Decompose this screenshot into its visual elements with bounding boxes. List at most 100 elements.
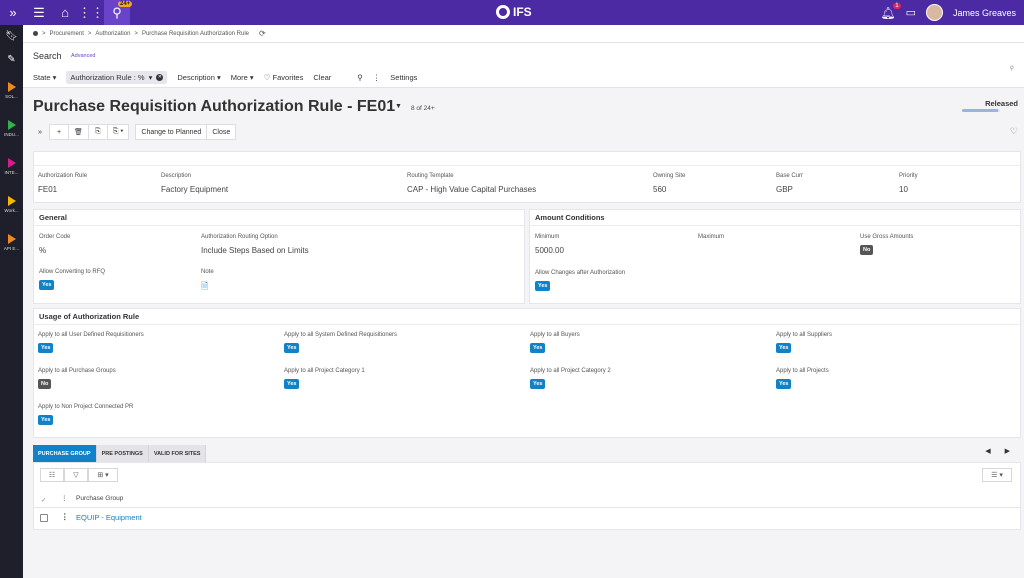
apps-grid-icon[interactable]: ⋮⋮ (78, 0, 104, 25)
grid-header: ✓ ⋮ Purchase Group (34, 490, 1020, 508)
tab-next-icon[interactable]: ▶ (1005, 447, 1010, 455)
breadcrumb-procurement[interactable]: Procurement (50, 31, 84, 37)
expand-icon[interactable]: » (30, 124, 50, 140)
usage-field-badge: Yes (38, 343, 54, 353)
expand-rail-icon[interactable]: » (0, 0, 26, 25)
purchase-group-link[interactable]: EQUIP - Equipment (76, 513, 142, 522)
refresh-icon[interactable]: ⟳ (259, 29, 266, 38)
summary-field: Routing Template CAP - High Value Capital… (407, 173, 536, 194)
rail-app-1[interactable]: INDU... (0, 109, 23, 147)
summary-field-value: 560 (653, 185, 667, 194)
filter-icon[interactable]: ▽ (64, 468, 88, 482)
record-selector-caret-icon[interactable]: ▼ (395, 103, 402, 110)
rail-app-4[interactable]: API E... (0, 223, 23, 261)
tab-pre-postings[interactable]: PRE POSTINGS (96, 445, 149, 462)
tab-prev-icon[interactable]: ◀ (985, 447, 990, 455)
usage-field: Apply to all Purchase Groups No (38, 368, 116, 389)
settings-button[interactable]: Settings (390, 73, 417, 82)
screen-icon[interactable]: ▭ (906, 6, 916, 19)
bookmark-icon[interactable]: 🔖︎ (0, 25, 23, 48)
usage-panel: Usage of Authorization Rule Apply to all… (33, 308, 1021, 438)
row-checkbox[interactable] (40, 514, 48, 522)
chart-dropdown-icon[interactable]: ⊞ ▾ (88, 468, 118, 482)
breadcrumb-home-icon[interactable] (33, 31, 38, 36)
play-icon (7, 195, 16, 206)
advanced-search-link[interactable]: Advanced (71, 53, 95, 59)
row-kebab-icon[interactable]: ⋮ (61, 512, 69, 521)
summary-field: Base Curr GBP (776, 173, 803, 194)
column-header-purchase-group[interactable]: Purchase Group (76, 495, 123, 502)
order-code-label: Order Code (39, 234, 71, 240)
change-to-planned-button[interactable]: Change to Planned (135, 124, 208, 140)
avatar[interactable] (925, 4, 943, 21)
rail-app-label: SOL... (5, 93, 18, 99)
usage-field-label: Apply to all Suppliers (776, 332, 833, 338)
notification-badge: 1 (893, 2, 901, 9)
rail-app-3[interactable]: Work... (0, 185, 23, 223)
state-filter[interactable]: State ▾ (33, 73, 56, 82)
usage-field-label: Apply to all Purchase Groups (38, 368, 116, 374)
chip-label: Authorization Rule : % (70, 72, 145, 82)
home-icon[interactable]: ⌂ (52, 0, 78, 25)
tab-arrows: ◀ ▶ (985, 447, 1010, 455)
chip-close-icon[interactable]: ✕ (156, 73, 164, 81)
description-filter[interactable]: Description ▾ (177, 73, 220, 82)
favorite-heart-icon[interactable]: ♡ (1010, 126, 1018, 137)
breadcrumb-separator: > (134, 30, 138, 37)
pencil-icon[interactable]: ✎ (0, 48, 23, 71)
more-filter[interactable]: More ▾ (231, 73, 254, 82)
note-icon[interactable]: 🗎 (201, 279, 208, 295)
ifs-logo-mark-icon (496, 5, 510, 19)
favorites-button[interactable]: ♡ Favorites (264, 73, 304, 82)
allow-rfq-badge: Yes (39, 280, 55, 290)
search-magnifier-icon[interactable]: ⚲ (357, 73, 363, 82)
authorization-rule-chip[interactable]: Authorization Rule : % ▾ ✕ (66, 70, 168, 84)
grid-view-menu-icon[interactable]: ☰ ▾ (982, 468, 1012, 482)
usage-field-badge: Yes (776, 379, 792, 389)
tab-valid-for-sites[interactable]: VALID FOR SITES (148, 445, 207, 462)
tab-purchase-group[interactable]: PURCHASE GROUP (33, 445, 97, 462)
rail-app-2[interactable]: INTE... (0, 147, 23, 185)
delete-icon[interactable]: 🗑︎ (68, 124, 89, 140)
usage-field-label: Apply to all User Defined Requisitioners (38, 332, 144, 338)
header-kebab-icon[interactable]: ⋮ (61, 494, 68, 502)
kebab-icon[interactable]: ⋮ (373, 73, 381, 82)
usage-field: Apply to all Buyers Yes (530, 332, 580, 353)
summary-field-value: Factory Equipment (161, 185, 229, 194)
logo-text: IFS (513, 5, 532, 19)
search-title: Search (33, 51, 62, 61)
usage-field-badge: Yes (284, 343, 300, 353)
search-count-badge: 24+ (118, 1, 133, 7)
play-icon (7, 233, 16, 244)
usage-field-badge: No (38, 379, 52, 389)
filter-row: State ▾ Authorization Rule : % ▾ ✕ Descr… (33, 70, 417, 84)
copy-icon[interactable]: ⎘ (87, 124, 108, 140)
bell-icon[interactable]: 🔔︎ 1 (880, 2, 901, 20)
duplicate-dropdown-icon[interactable]: ⎘ ▾ (106, 124, 130, 140)
search-icon[interactable]: ⚲ 24+ (104, 0, 133, 25)
state-filter-label: State (33, 72, 51, 82)
minimum-value: 5000.00 (535, 246, 564, 255)
pin-icon[interactable]: ⚲ (1010, 65, 1014, 72)
usage-field-badge: Yes (530, 343, 546, 353)
user-name[interactable]: James Greaves (953, 8, 1016, 18)
usage-field-label: Apply to all Projects (776, 368, 829, 374)
summary-field-label: Authorization Rule (38, 173, 88, 179)
breadcrumb-authorization[interactable]: Authorization (95, 31, 130, 37)
summary-field-label: Base Curr (776, 173, 804, 179)
select-all-icon[interactable]: ✓ (41, 496, 46, 504)
allow-changes-badge: Yes (535, 281, 551, 291)
close-button[interactable]: Close (206, 124, 237, 140)
clear-button[interactable]: Clear (313, 73, 331, 82)
hamburger-menu-icon[interactable]: ☰ (26, 0, 52, 25)
page-header: Purchase Requisition Authorization Rule … (23, 88, 1024, 123)
usage-field-badge: Yes (776, 343, 792, 353)
routing-option-label: Authorization Routing Option (201, 234, 278, 240)
rail-app-label: INDU... (4, 131, 19, 137)
table-row[interactable]: ⋮ EQUIP - Equipment (34, 509, 1020, 527)
add-icon[interactable]: + (49, 124, 69, 140)
list-icon[interactable]: ☷ (40, 468, 64, 482)
rail-app-0[interactable]: SOL... (0, 71, 23, 109)
purchase-group-grid: ☷ ▽ ⊞ ▾ ☰ ▾ ✓ ⋮ Purchase Group ⋮ EQUIP -… (33, 462, 1021, 530)
usage-field: Apply to all Project Category 2 Yes (530, 368, 611, 389)
